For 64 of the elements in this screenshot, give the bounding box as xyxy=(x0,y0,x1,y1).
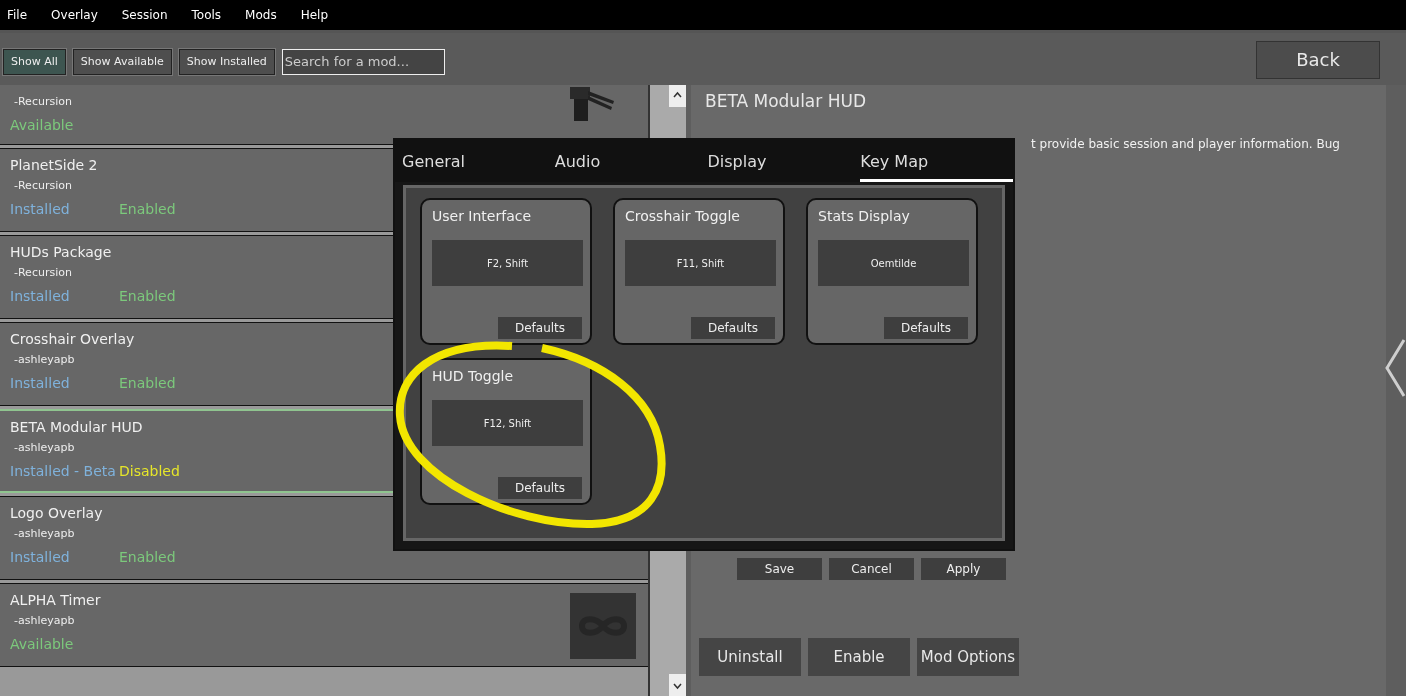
mod-list-item[interactable]: ALPHA Timer -ashleyapb Available xyxy=(0,583,648,667)
menu-item[interactable]: Help xyxy=(300,8,329,22)
dialog-button[interactable]: Cancel xyxy=(829,558,914,580)
scroll-down-icon[interactable] xyxy=(669,674,686,696)
keybind-field[interactable]: F11, Shift xyxy=(625,240,776,286)
mod-name: ALPHA Timer xyxy=(10,591,102,610)
keybind-field[interactable]: Oemtilde xyxy=(818,240,969,286)
mod-status: Installed xyxy=(10,375,71,391)
mod-author: -Recursion xyxy=(13,178,73,194)
mod-status: Disabled xyxy=(119,463,181,479)
keybind-name: HUD Toggle xyxy=(432,368,514,384)
mod-status: Available xyxy=(10,636,75,652)
mod-name: PlanetSide 2 xyxy=(10,156,99,175)
mod-list-item[interactable]: -Recursion Available xyxy=(0,85,648,145)
mod-status: Enabled xyxy=(119,201,177,217)
mod-name: Crosshair Overlay xyxy=(10,330,136,349)
defaults-button[interactable]: Defaults xyxy=(498,477,582,499)
dialog-tab[interactable]: General xyxy=(402,152,555,182)
keybind-field[interactable]: F12, Shift xyxy=(432,400,583,446)
filter-button[interactable]: Show Available xyxy=(72,48,172,75)
defaults-button[interactable]: Defaults xyxy=(691,317,775,339)
mod-status: Enabled xyxy=(119,549,177,565)
keybind-field[interactable]: F2, Shift xyxy=(432,240,583,286)
filter-button[interactable]: Show Installed xyxy=(178,48,275,75)
mod-author: -ashleyapb xyxy=(13,613,76,629)
menu-item[interactable]: Mods xyxy=(245,8,277,22)
mod-author: -Recursion xyxy=(13,94,73,110)
mod-author: -ashleyapb xyxy=(13,440,76,456)
mod-status: Installed xyxy=(10,201,71,217)
menu-item[interactable]: File xyxy=(7,8,28,22)
defaults-button[interactable]: Defaults xyxy=(884,317,968,339)
mod-action-button[interactable]: Uninstall xyxy=(699,638,801,676)
infinity-icon xyxy=(570,593,636,659)
mod-name: BETA Modular HUD xyxy=(10,418,144,437)
dialog-tab[interactable]: Display xyxy=(707,152,861,182)
back-button[interactable]: Back xyxy=(1256,40,1380,79)
menu-item[interactable]: Tools xyxy=(191,8,222,22)
dialog-button[interactable]: Apply xyxy=(921,558,1006,580)
mod-author: -Recursion xyxy=(13,265,73,281)
filter-button[interactable]: Show All xyxy=(3,48,66,75)
mod-author: -ashleyapb xyxy=(13,526,76,542)
mod-status: Enabled xyxy=(119,288,177,304)
mod-author: -ashleyapb xyxy=(13,352,76,368)
defaults-button[interactable]: Defaults xyxy=(498,317,582,339)
dialog-tab[interactable]: Key Map xyxy=(860,152,1013,182)
chevron-left-icon[interactable] xyxy=(1384,338,1406,398)
mod-name: HUDs Package xyxy=(10,243,113,262)
mod-name: Logo Overlay xyxy=(10,504,104,523)
mod-title: BETA Modular HUD xyxy=(705,91,867,111)
keybind-name: Stats Display xyxy=(818,208,910,224)
mod-description: t provide basic session and player information. Bug xyxy=(1031,137,1341,151)
dialog-button[interactable]: Save xyxy=(737,558,822,580)
mod-status: Enabled xyxy=(119,375,177,391)
search-field[interactable]: Search for a mod... xyxy=(281,48,445,75)
mod-status: Installed xyxy=(10,549,71,565)
mod-action-button[interactable]: Enable xyxy=(808,638,910,676)
menu-item[interactable]: Overlay xyxy=(51,8,98,22)
menu-item[interactable]: Session xyxy=(121,8,168,22)
mod-action-button[interactable]: Mod Options xyxy=(917,638,1019,676)
mod-status: Available xyxy=(10,117,75,133)
mod-status: Installed xyxy=(10,288,71,304)
scroll-up-icon[interactable] xyxy=(669,85,686,107)
mod-status: Installed - Beta xyxy=(10,463,117,479)
keybind-name: User Interface xyxy=(432,208,532,224)
